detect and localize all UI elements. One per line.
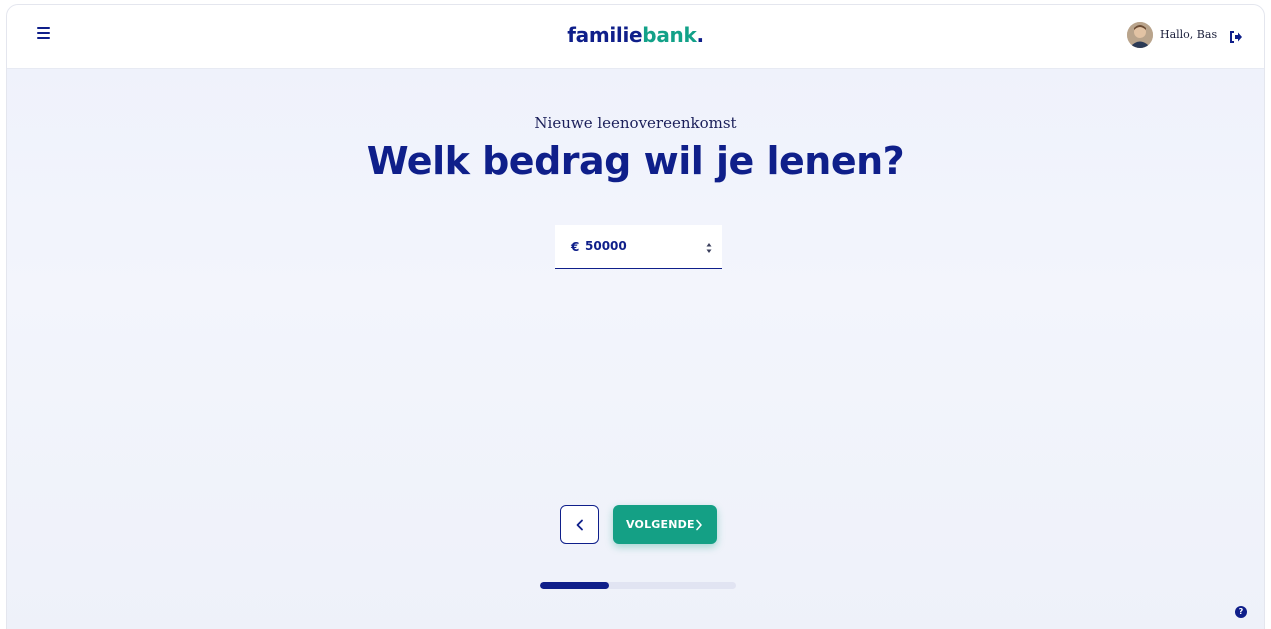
amount-input[interactable] <box>585 235 695 257</box>
stepper-arrows-icon <box>706 243 712 253</box>
progress-bar <box>540 582 736 589</box>
next-button[interactable]: VOLGENDE <box>613 505 717 544</box>
chevron-right-icon <box>696 519 702 531</box>
logout-icon[interactable] <box>1229 28 1243 43</box>
logo-text-familie: familie <box>567 23 643 47</box>
user-avatar-icon <box>1127 22 1153 48</box>
euro-icon: € <box>571 240 580 254</box>
back-button[interactable] <box>560 505 599 544</box>
top-bar: familiebank. Hallo, Bas <box>7 5 1264 68</box>
logo-dot: . <box>696 23 704 47</box>
page-subtitle: Nieuwe leenovereenkomst <box>534 114 737 132</box>
avatar[interactable] <box>1127 22 1153 48</box>
app-window: familiebank. Hallo, Bas Nieuwe leenovere… <box>6 4 1265 629</box>
page-title: Welk bedrag wil je lenen? <box>366 139 905 183</box>
brand-logo[interactable]: familiebank. <box>7 23 1264 47</box>
logo-text-bank: bank <box>642 23 697 47</box>
user-greeting: Hallo, Bas <box>1160 28 1218 41</box>
amount-stepper[interactable] <box>705 240 713 254</box>
progress-fill <box>540 582 609 589</box>
next-button-label: VOLGENDE <box>626 518 695 531</box>
chevron-left-icon <box>576 519 583 531</box>
help-icon[interactable]: ? <box>1235 606 1247 618</box>
amount-field[interactable]: € <box>555 225 722 269</box>
